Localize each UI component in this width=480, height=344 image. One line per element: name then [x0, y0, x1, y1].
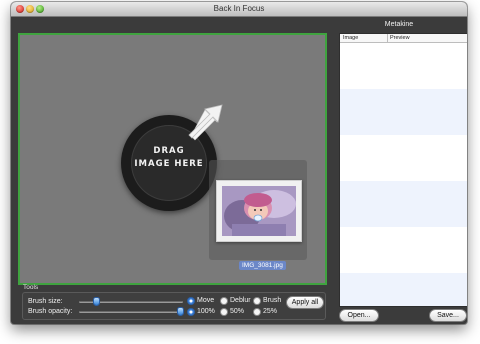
mode-deblur-label[interactable]: Deblur [230, 297, 251, 304]
column-header-image[interactable]: Image [343, 34, 358, 42]
table-row[interactable] [340, 181, 467, 227]
table-row[interactable] [340, 227, 467, 273]
brush-size-slider-knob[interactable] [93, 298, 99, 305]
opacity-100-label[interactable]: 100% [197, 308, 215, 315]
window-title: Back In Focus [213, 4, 265, 13]
table-row[interactable] [340, 89, 467, 135]
image-drop-area[interactable]: DRAG IMAGE HERE IMG_3081.jpg [18, 33, 327, 285]
table-row[interactable] [340, 43, 467, 89]
mode-move-label[interactable]: Move [197, 297, 214, 304]
title-bar[interactable]: Back In Focus [11, 2, 467, 17]
column-header-preview[interactable]: Preview [387, 34, 410, 42]
opacity-50-radio[interactable] [221, 309, 227, 315]
brush-opacity-label: Brush opacity: [28, 308, 73, 315]
brush-opacity-slider[interactable] [79, 311, 183, 313]
apply-all-button[interactable]: Apply all [287, 297, 323, 308]
opacity-25-label[interactable]: 25% [263, 308, 277, 315]
drop-text-line1: DRAG [153, 146, 185, 156]
baby-photo-image [222, 186, 296, 236]
table-row[interactable] [340, 135, 467, 181]
metadata-table[interactable]: Image Preview [339, 33, 467, 307]
mode-brush-label[interactable]: Brush [263, 297, 281, 304]
tools-section-title: Tools [23, 284, 39, 291]
app-window: Back In Focus DRAG IMAGE HERE IMG_3081.j… [11, 2, 467, 324]
brush-opacity-slider-knob[interactable] [178, 308, 183, 315]
table-row[interactable] [340, 273, 467, 306]
dragged-file-name: IMG_3081.jpg [239, 261, 286, 270]
metakine-panel-title: Metakine [384, 21, 414, 28]
save-button[interactable]: Save... [430, 310, 466, 321]
dragged-image-thumbnail[interactable] [216, 180, 302, 242]
brush-size-label: Brush size: [28, 298, 63, 305]
tools-panel: Brush size: Brush opacity: Move Deblur B… [22, 292, 326, 320]
table-header: Image Preview [340, 34, 467, 43]
mode-move-radio[interactable] [188, 298, 194, 304]
drop-arrow-icon [188, 104, 223, 141]
opacity-50-label[interactable]: 50% [230, 308, 244, 315]
open-button[interactable]: Open... [340, 310, 378, 321]
mode-brush-radio[interactable] [254, 298, 260, 304]
opacity-100-radio[interactable] [188, 309, 194, 315]
photo-preview [222, 186, 296, 236]
opacity-25-radio[interactable] [254, 309, 260, 315]
drop-text-line2: IMAGE HERE [134, 159, 204, 169]
mode-deblur-radio[interactable] [221, 298, 227, 304]
